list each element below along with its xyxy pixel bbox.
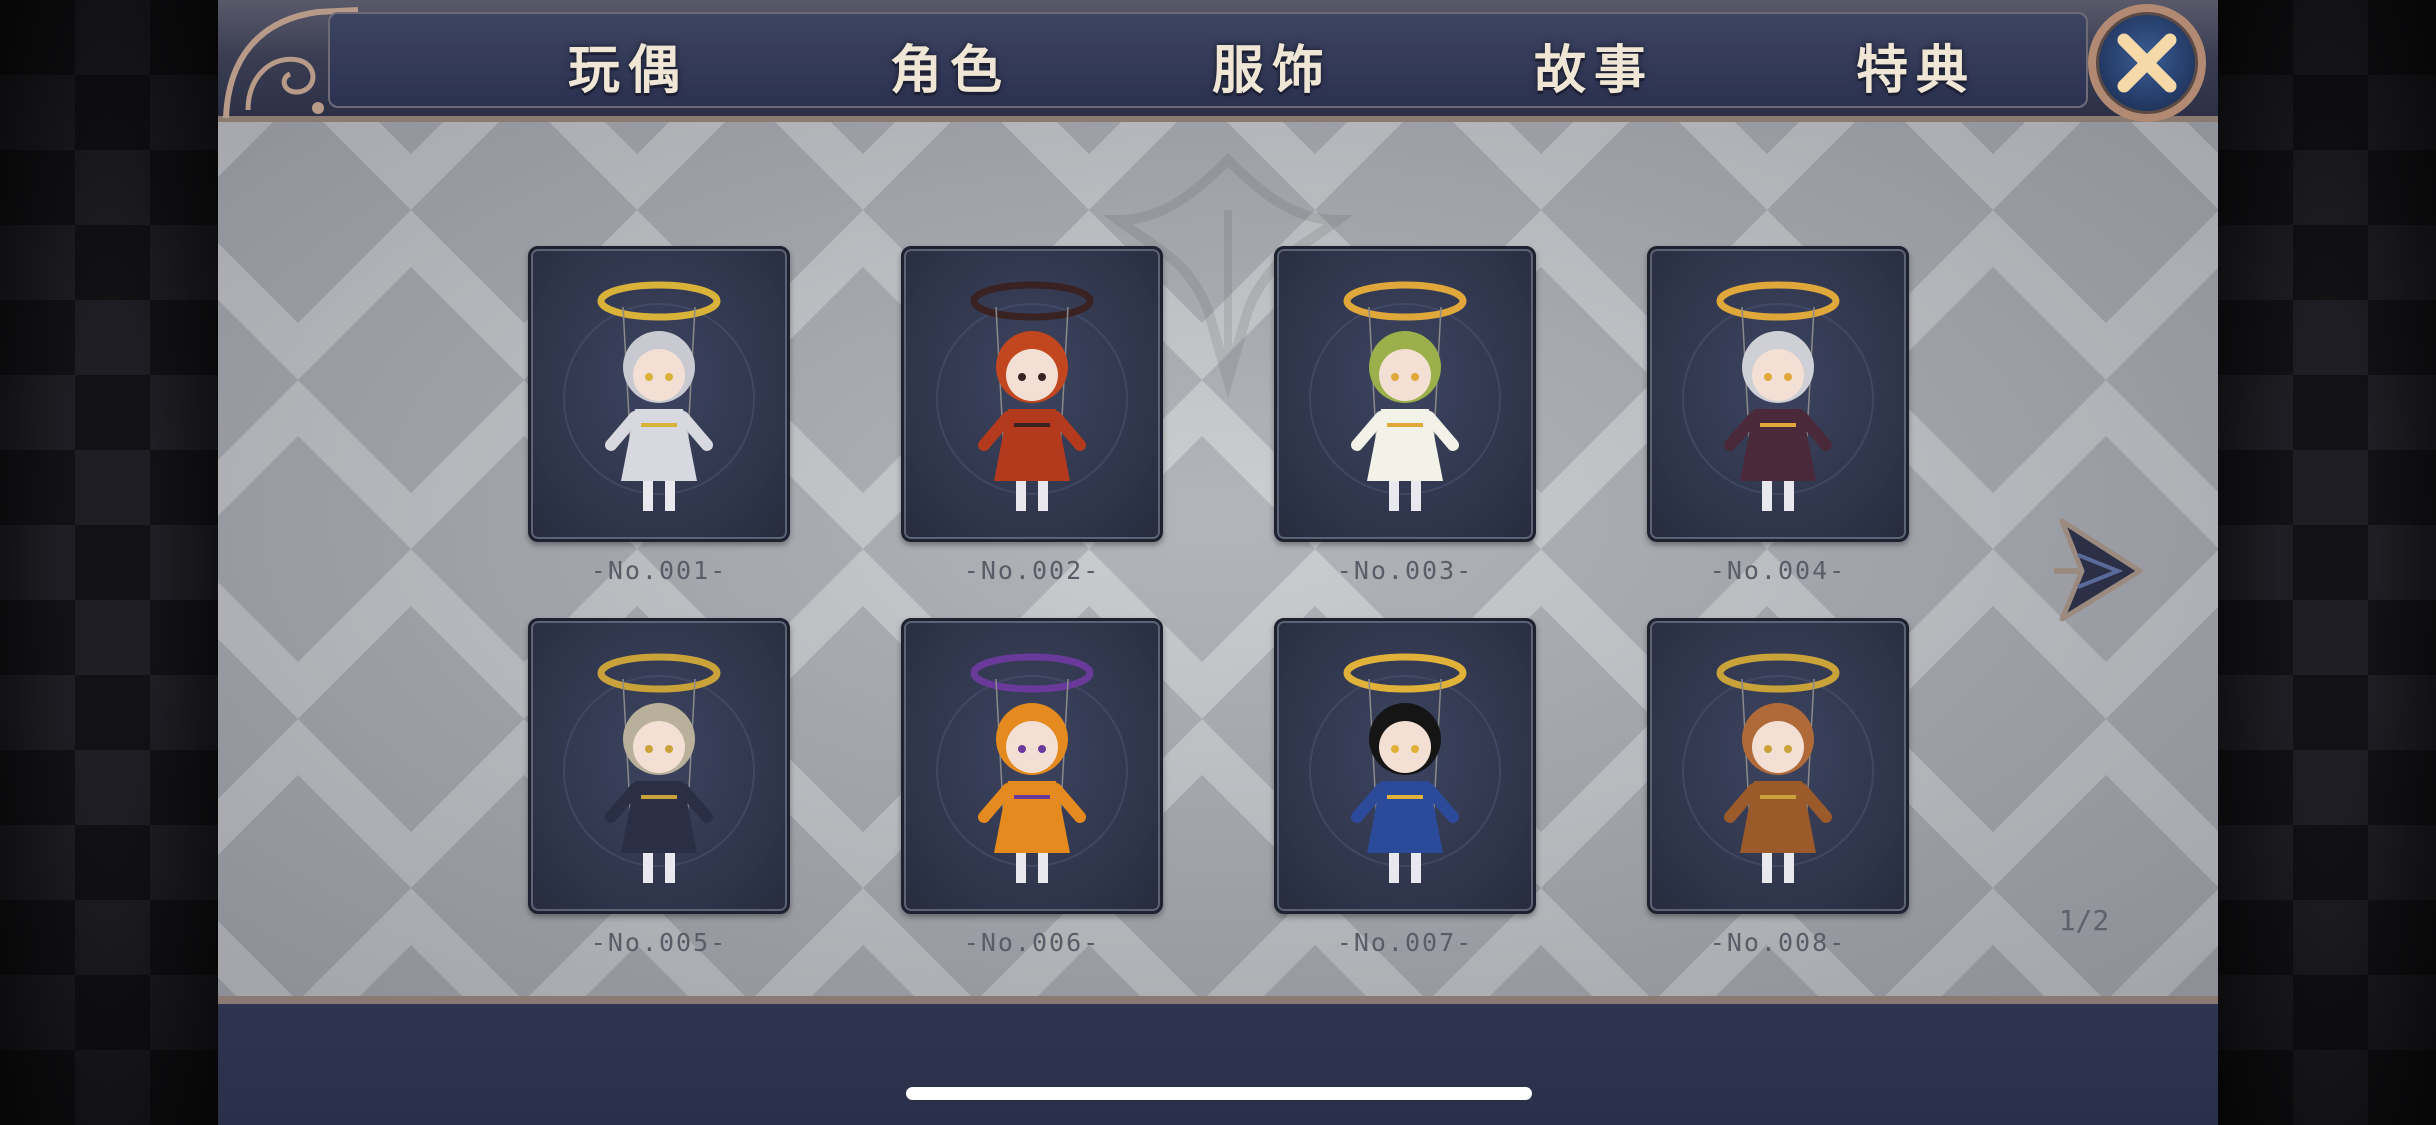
checker-tile	[1879, 266, 2107, 493]
doll-figure-icon	[936, 653, 1128, 883]
doll-card-005[interactable]	[528, 618, 790, 914]
checker-tile	[297, 605, 525, 832]
checker-background	[218, 120, 2218, 1000]
doll-card-006[interactable]	[901, 618, 1163, 914]
bottom-bar	[218, 996, 2218, 1125]
close-button[interactable]	[2088, 4, 2206, 122]
tab-dolls[interactable]: 玩偶	[528, 28, 728, 101]
page-indicator: 1/2	[2058, 904, 2110, 937]
doll-figure-icon	[1309, 281, 1501, 511]
doll-label: -No.001-	[590, 556, 728, 585]
doll-label: -No.003-	[1336, 556, 1474, 585]
doll-card-002[interactable]	[901, 246, 1163, 542]
tab-stories[interactable]: 故事	[1494, 28, 1694, 101]
doll-card-008[interactable]	[1647, 618, 1909, 914]
doll-figure-icon	[1682, 653, 1874, 883]
doll-figure-icon	[1309, 653, 1501, 883]
checker-tile	[218, 120, 412, 324]
tab-characters[interactable]: 角色	[850, 28, 1050, 101]
checker-tile	[218, 435, 412, 663]
close-icon	[2117, 33, 2177, 93]
tab-extras[interactable]: 特典	[1816, 28, 2016, 101]
doll-label: -No.008-	[1709, 928, 1847, 957]
checker-tile	[1879, 605, 2107, 832]
home-indicator[interactable]	[906, 1087, 1532, 1100]
doll-figure-icon	[936, 281, 1128, 511]
top-nav-bar: 玩偶 角色 服饰 故事 特典	[218, 0, 2218, 122]
checker-tile	[1992, 120, 2218, 324]
checker-tile	[297, 266, 525, 493]
doll-figure-icon	[563, 281, 755, 511]
letterbox-right	[2218, 0, 2436, 1125]
doll-label: -No.002-	[963, 556, 1101, 585]
letterbox-left	[0, 0, 218, 1125]
chevron-right-icon[interactable]	[2048, 515, 2148, 625]
doll-label: -No.007-	[1336, 928, 1474, 957]
doll-card-003[interactable]	[1274, 246, 1536, 542]
doll-card-007[interactable]	[1274, 618, 1536, 914]
game-screen: 玩偶 角色 服饰 故事 特典 -No.001- -No.002- -No.003…	[0, 0, 2436, 1125]
doll-collection-panel: 玩偶 角色 服饰 故事 特典 -No.001- -No.002- -No.003…	[218, 0, 2218, 1125]
doll-card-004[interactable]	[1647, 246, 1909, 542]
doll-label: -No.006-	[963, 928, 1101, 957]
checker-tile	[218, 774, 412, 1000]
checker-tile	[1992, 774, 2218, 1000]
tab-costumes[interactable]: 服饰	[1172, 28, 1372, 101]
doll-figure-icon	[563, 653, 755, 883]
doll-label: -No.004-	[1709, 556, 1847, 585]
doll-figure-icon	[1682, 281, 1874, 511]
doll-card-001[interactable]	[528, 246, 790, 542]
doll-label: -No.005-	[590, 928, 728, 957]
